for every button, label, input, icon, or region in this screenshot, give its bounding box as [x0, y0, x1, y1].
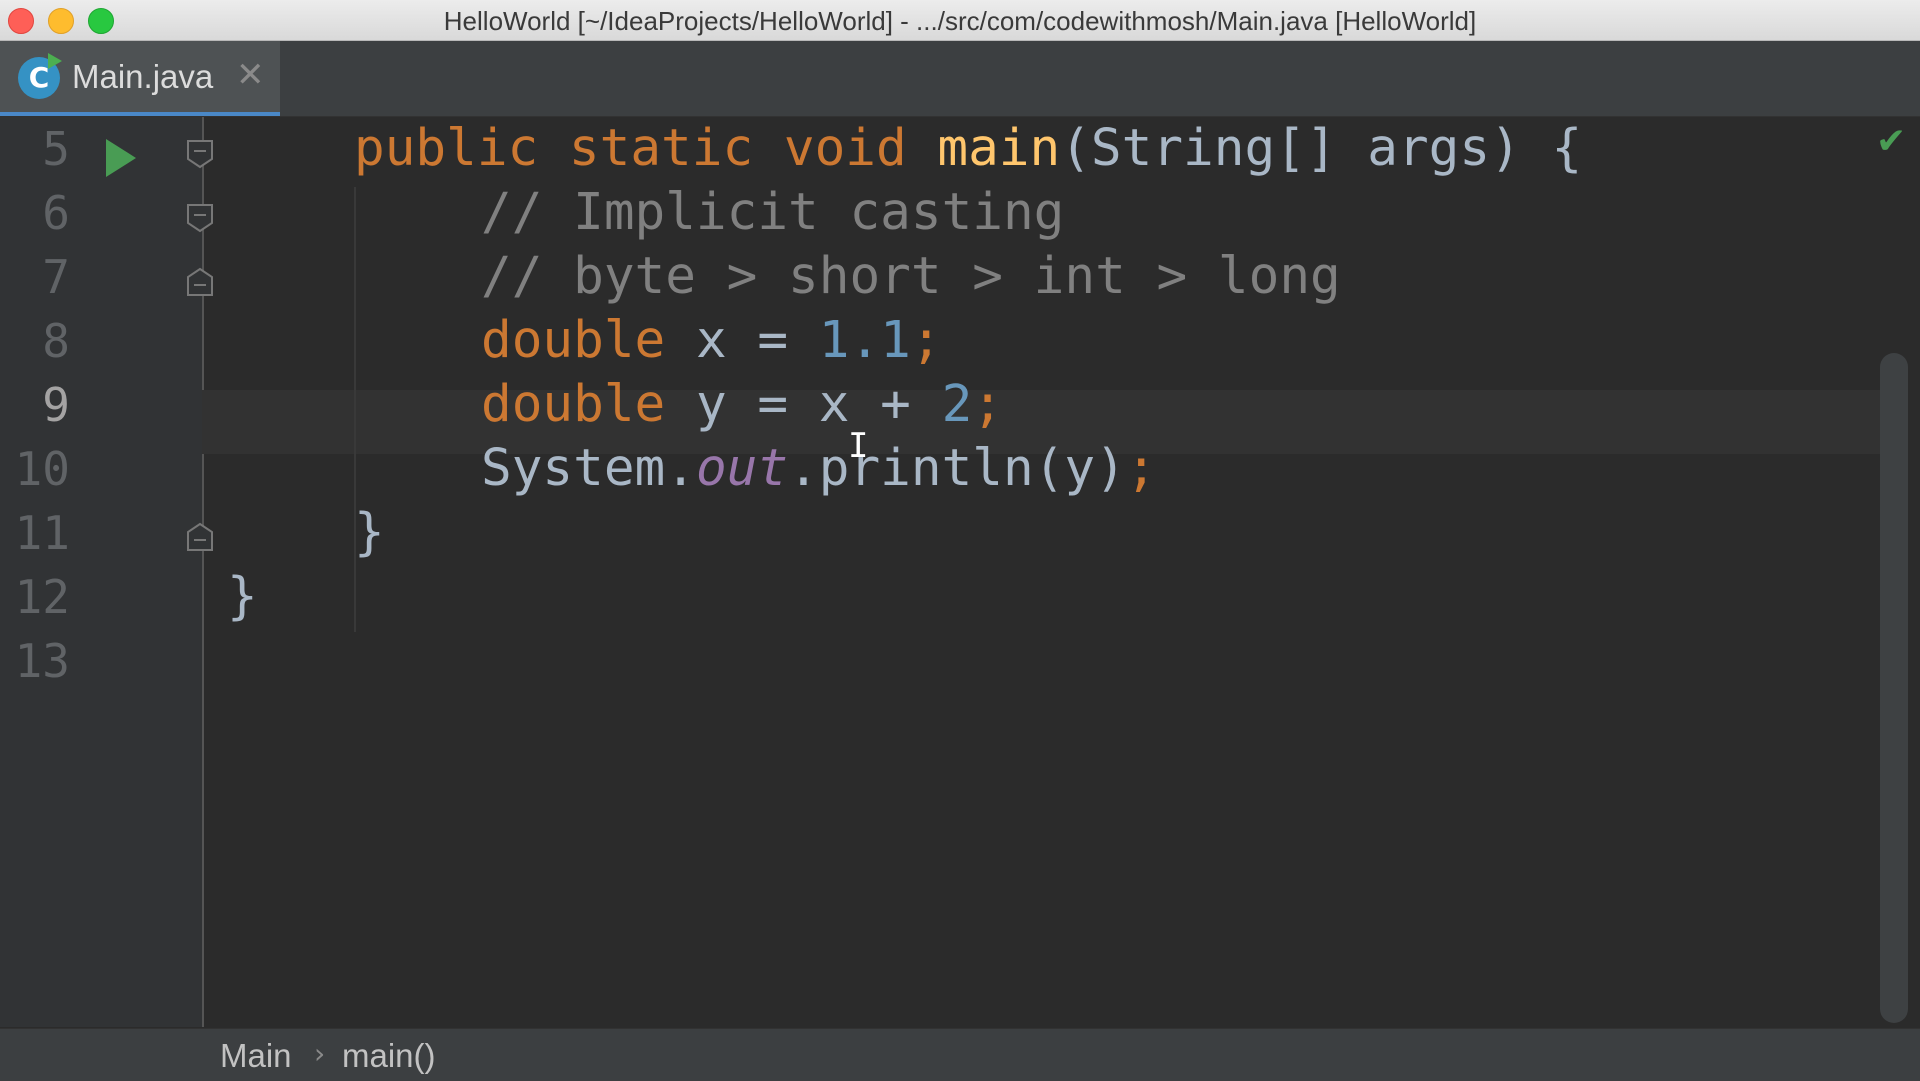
code-line[interactable]: 13 — [0, 629, 1920, 693]
code-token: .println(y) — [788, 439, 1126, 498]
tab-label: Main.java — [72, 58, 214, 95]
code-line[interactable]: 11} — [0, 501, 1920, 565]
tab-main-java[interactable]: C Main.java ✕ — [0, 41, 280, 116]
close-tab-icon[interactable]: ✕ — [236, 55, 265, 95]
code-line[interactable]: 9 double y = x + 2; — [0, 373, 1920, 437]
line-number: 10 — [14, 442, 70, 496]
code-line[interactable]: 6 // Implicit casting — [0, 181, 1920, 245]
code-line[interactable]: 5 public static void main(String[] args) … — [0, 117, 1920, 181]
line-number: 11 — [14, 506, 70, 560]
line-number: 9 — [42, 378, 70, 432]
code-token: // Implicit casting — [481, 183, 1065, 242]
code-token: // byte > short > int > long — [481, 247, 1341, 306]
window-title: HelloWorld [~/IdeaProjects/HelloWorld] -… — [443, 6, 1477, 36]
code-token: 1.1 — [818, 311, 911, 370]
code-editor[interactable]: 5 public static void main(String[] args) … — [0, 117, 1920, 1027]
line-number: 7 — [42, 250, 70, 304]
code-text: double x = 1.1; — [481, 309, 942, 373]
code-text: System.out.println(y); — [481, 437, 1157, 501]
code-token: ; — [910, 311, 942, 370]
scrollbar-thumb[interactable] — [1880, 353, 1908, 1023]
code-token: 2 — [941, 375, 973, 434]
run-main-icon[interactable] — [106, 139, 136, 177]
code-token: out — [695, 439, 789, 498]
code-token: double — [481, 311, 696, 370]
runnable-marker-icon — [48, 53, 62, 69]
code-line[interactable]: 10 System.out.println(y); — [0, 437, 1920, 501]
line-number: 8 — [42, 314, 70, 368]
line-number: 5 — [42, 122, 70, 176]
code-text: public static void main(String[] args) { — [354, 117, 1582, 181]
code-line[interactable]: 8 double x = 1.1; — [0, 309, 1920, 373]
code-token: public static void — [354, 119, 938, 178]
text-cursor-icon: I — [848, 426, 869, 466]
code-text: // Implicit casting — [481, 181, 1064, 245]
code-text: } — [227, 565, 258, 629]
line-number: 13 — [14, 634, 70, 688]
code-token: } — [354, 503, 385, 562]
code-text: double y = x + 2; — [481, 373, 1003, 437]
code-token: ; — [1125, 439, 1157, 498]
breadcrumb-item-class[interactable]: Main — [220, 1037, 292, 1075]
editor-tab-bar: C Main.java ✕ — [0, 41, 1920, 117]
window-titlebar: HelloWorld [~/IdeaProjects/HelloWorld] -… — [0, 0, 1920, 41]
code-line[interactable]: 7 // byte > short > int > long — [0, 245, 1920, 309]
code-text: // byte > short > int > long — [481, 245, 1341, 309]
code-token: x = — [695, 311, 819, 370]
code-token: System. — [481, 439, 696, 498]
code-token: double — [481, 375, 696, 434]
fold-start-icon[interactable] — [185, 203, 215, 233]
line-number: 6 — [42, 186, 70, 240]
code-token: ; — [972, 375, 1004, 434]
fold-end-icon[interactable] — [185, 267, 215, 297]
fold-start-icon[interactable] — [185, 139, 215, 169]
breadcrumb-separator: › — [314, 1037, 326, 1070]
line-number: 12 — [14, 570, 70, 624]
code-token: main — [937, 119, 1061, 178]
breadcrumb-item-method[interactable]: main() — [342, 1037, 436, 1075]
code-token: } — [227, 567, 258, 626]
no-problems-check-icon[interactable]: ✔ — [1876, 121, 1906, 162]
breadcrumb: Main › main() — [0, 1028, 1920, 1081]
code-text: } — [354, 501, 385, 565]
code-token: (String[] args) { — [1060, 119, 1583, 178]
fold-end-icon[interactable] — [185, 522, 215, 552]
code-line[interactable]: 12} — [0, 565, 1920, 629]
code-token: y = x + — [695, 375, 942, 434]
